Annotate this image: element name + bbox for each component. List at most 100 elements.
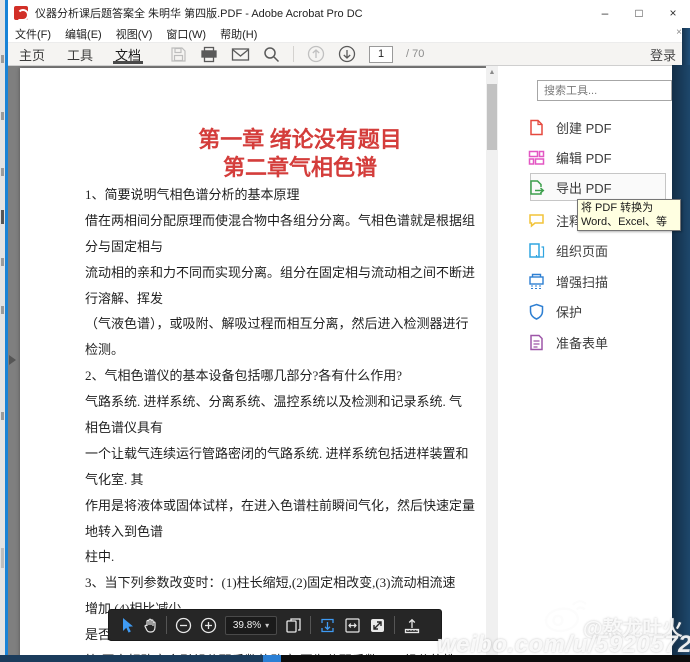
next-page-icon[interactable] xyxy=(338,45,356,63)
create-pdf-icon xyxy=(528,119,545,136)
body-line: 地转入到色谱 xyxy=(85,519,471,545)
tool-item-prepare-form[interactable]: 准备表单 xyxy=(528,328,670,356)
menu-edit[interactable]: 编辑(E) xyxy=(58,26,109,42)
body-line: 1、简要说明气相色谱分析的基本原理 xyxy=(85,182,471,208)
tool-label: 增强扫描 xyxy=(556,272,608,291)
edit-pdf-icon xyxy=(528,149,545,166)
menu-view[interactable]: 视图(V) xyxy=(109,26,160,42)
screen: 仪器分析课后题答案全 朱明华 第四版.PDF - Adobe Acrobat P… xyxy=(0,0,690,662)
search-tools-input[interactable] xyxy=(537,80,672,101)
tab-tools[interactable]: 工具 xyxy=(56,43,104,65)
floating-page-toolbar: 39.8% ▾ xyxy=(108,609,442,641)
body-line: 流动相的亲和力不同而实现分离。组分在固定相与流动相之间不断进 xyxy=(85,260,471,286)
body-line: （气液色谱），或吸附、解吸过程而相互分离，然后进入检测器进行 xyxy=(85,311,471,337)
scrolling-mode-icon[interactable] xyxy=(319,617,336,634)
body-line: 柱中. xyxy=(85,544,471,570)
tab-document[interactable]: 文档 xyxy=(104,43,152,65)
body-line: 检测。 xyxy=(85,337,471,363)
window-controls: – □ × xyxy=(588,0,690,26)
export-pdf-icon xyxy=(528,179,545,196)
chevron-down-icon: ▾ xyxy=(265,621,269,630)
zoom-level-value: 39.8% xyxy=(233,620,261,631)
previous-page-icon[interactable] xyxy=(307,45,325,63)
menu-window[interactable]: 窗口(W) xyxy=(159,26,213,42)
minimize-button[interactable]: – xyxy=(588,0,622,26)
body-line: 3、当下列参数改变时：(1)柱长缩短,(2)固定相改变,(3)流动相流速 xyxy=(85,570,471,596)
body-line: 一个让载气连续运行管路密闭的气路系统. 进样系统包括进样装置和 xyxy=(85,441,471,467)
left-pane-expand-icon[interactable] xyxy=(9,355,16,365)
tool-label: 保护 xyxy=(556,302,582,321)
tool-item-protect[interactable]: 保护 xyxy=(528,297,670,325)
taskbar-segment xyxy=(281,655,690,662)
measure-tool-icon[interactable] xyxy=(403,617,421,634)
page-total: / 70 xyxy=(406,48,424,60)
window-title: 仪器分析课后题答案全 朱明华 第四版.PDF - Adobe Acrobat P… xyxy=(35,5,363,21)
scrollbar-thumb[interactable] xyxy=(487,84,497,150)
export-pdf-tooltip: 将 PDF 转换为 Word、Excel、等 xyxy=(577,199,681,231)
background-window-sliver xyxy=(682,28,690,65)
tab-home[interactable]: 主页 xyxy=(8,43,56,65)
taskbar-edge xyxy=(0,655,690,662)
hand-tool-icon[interactable] xyxy=(142,617,158,634)
tool-item-organize-pages[interactable]: 组织页面 xyxy=(528,236,670,264)
comment-icon xyxy=(528,212,545,229)
body-line: 借在两相间分配原理而使混合物中各组分分离。气相色谱就是根据组 xyxy=(85,208,471,234)
main-toolbar: 主页 工具 文档 xyxy=(8,43,690,66)
print-icon[interactable] xyxy=(200,46,218,63)
menu-help[interactable]: 帮助(H) xyxy=(213,26,264,42)
acrobat-app-icon xyxy=(14,6,28,20)
body-line: 相色谱仪具有 xyxy=(85,415,471,441)
body-line: 作用是将液体或固体试样，在进入色谱柱前瞬间气化，然后快速定量 xyxy=(85,493,471,519)
close-button[interactable]: × xyxy=(656,0,690,26)
toolbar-divider xyxy=(293,46,294,62)
title-bar: 仪器分析课后题答案全 朱明华 第四版.PDF - Adobe Acrobat P… xyxy=(8,0,690,26)
taskbar-segment xyxy=(0,655,263,662)
page-display-icon[interactable] xyxy=(285,617,302,634)
body-line: 行溶解、挥发 xyxy=(85,286,471,312)
pdf-body-text: 1、简要说明气相色谱分析的基本原理 借在两相间分配原理而使混合物中各组分分离。气… xyxy=(85,182,471,662)
toolbar-divider xyxy=(394,616,395,634)
toolbar-divider xyxy=(310,616,311,634)
fit-page-icon[interactable] xyxy=(344,617,361,634)
scroll-up-icon[interactable]: ▲ xyxy=(486,69,498,76)
tools-panel: 创建 PDF 编辑 PDF 导出 PDF xyxy=(498,66,672,655)
chapter-title-2: 第二章气相色谱 xyxy=(90,154,510,182)
select-tool-icon[interactable] xyxy=(119,617,134,634)
toolbar-divider xyxy=(166,616,167,634)
body-line: 气路系统. 进样系统、分离系统、温控系统以及检测和记录系统. 气 xyxy=(85,389,471,415)
window-border-left xyxy=(5,0,8,655)
page-number-input[interactable]: 1 xyxy=(369,46,393,63)
zoom-level-dropdown[interactable]: 39.8% ▾ xyxy=(225,616,277,635)
prepare-form-icon xyxy=(528,334,545,351)
enhance-scans-icon xyxy=(528,273,545,290)
menu-file[interactable]: 文件(F) xyxy=(8,26,58,42)
tool-label: 编辑 PDF xyxy=(556,148,612,167)
taskbar-highlight xyxy=(263,655,281,662)
email-icon[interactable] xyxy=(231,47,250,62)
sign-in-link[interactable]: 登录 xyxy=(650,45,676,64)
background-window-strip-right xyxy=(672,65,690,655)
pdf-chapter-titles: 第一章 绪论没有题目 第二章气相色谱 xyxy=(90,126,510,182)
fullscreen-icon[interactable] xyxy=(369,617,386,634)
save-icon[interactable] xyxy=(170,46,187,63)
vertical-scrollbar[interactable]: ▲ xyxy=(486,66,498,655)
protect-shield-icon xyxy=(528,303,545,320)
chapter-title-1: 第一章 绪论没有题目 xyxy=(90,126,510,154)
zoom-out-icon[interactable] xyxy=(175,617,192,634)
organize-pages-icon xyxy=(528,242,545,259)
menu-bar: 文件(F) 编辑(E) 视图(V) 窗口(W) 帮助(H) × xyxy=(8,26,690,43)
body-line: 2、气相色谱仪的基本设备包括哪几部分?各有什么作用? xyxy=(85,363,471,389)
tool-item-export-pdf[interactable]: 导出 PDF xyxy=(528,173,670,201)
tool-item-create-pdf[interactable]: 创建 PDF xyxy=(528,113,670,141)
search-icon[interactable] xyxy=(263,46,280,63)
tool-label: 准备表单 xyxy=(556,333,608,352)
tool-label: 导出 PDF xyxy=(556,178,612,197)
tool-item-enhance-scans[interactable]: 增强扫描 xyxy=(528,267,670,295)
tool-item-edit-pdf[interactable]: 编辑 PDF xyxy=(528,143,670,171)
zoom-in-icon[interactable] xyxy=(200,617,217,634)
tool-label: 创建 PDF xyxy=(556,118,612,137)
tool-label: 组织页面 xyxy=(556,241,608,260)
body-line: 分与固定相与 xyxy=(85,234,471,260)
maximize-button[interactable]: □ xyxy=(622,0,656,26)
body-line: 气化室. 其 xyxy=(85,467,471,493)
